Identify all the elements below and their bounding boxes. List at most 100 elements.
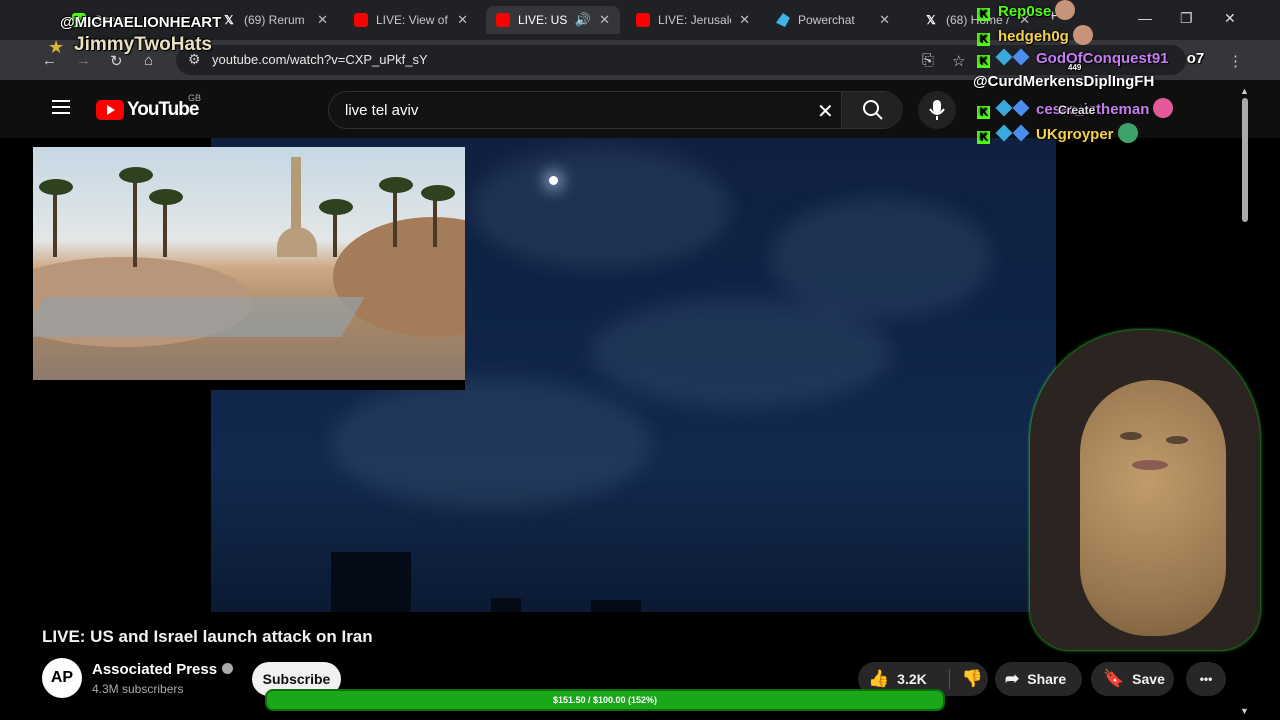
subscriber-count: 4.3M subscribers — [92, 682, 184, 696]
chat-username: GodOfConquest91 — [1036, 50, 1169, 67]
x-icon: 𝕏 — [926, 13, 936, 27]
chat-username: UKgroyper — [1036, 126, 1114, 143]
subscriber-name-overlay: JimmyTwoHats — [74, 34, 212, 55]
gem-badge-icon — [995, 124, 1013, 142]
tab-rerum-novarum[interactable]: 𝕏 (69) Rerum Novarum ✕ — [204, 6, 338, 34]
avatar-eye — [1120, 432, 1142, 440]
thumbs-down-icon[interactable]: 👎 — [948, 669, 983, 689]
save-button[interactable]: 🔖 Save — [1091, 662, 1174, 696]
verified-icon — [222, 663, 234, 674]
dune — [333, 217, 465, 337]
sword-badge-icon — [1012, 124, 1030, 142]
palm-frond — [149, 189, 183, 205]
screen: Stream ✕ 𝕏 (69) Rerum Novarum ✕ LIVE: Vi… — [0, 0, 1280, 720]
search-button[interactable] — [841, 92, 903, 128]
youtube-icon — [354, 13, 368, 27]
kick-icon: K — [977, 106, 990, 119]
tab-label: Powerchat — [798, 13, 855, 27]
building-silhouette — [491, 598, 521, 612]
video-title: LIVE: US and Israel launch attack on Ira… — [42, 627, 373, 646]
chat-line: K Rep0se — [977, 0, 1076, 21]
share-label: Share — [1027, 671, 1067, 687]
donation-goal-bar: $151.50 / $100.00 (152%) — [265, 689, 945, 711]
channel-avatar[interactable]: AP — [42, 658, 82, 698]
bookmark-star-icon[interactable]: ☆ — [952, 52, 965, 70]
gem-badge-icon — [995, 99, 1013, 117]
menu-icon[interactable] — [52, 100, 70, 114]
cloud — [771, 198, 991, 318]
avatar-mouth — [1132, 460, 1168, 470]
chat-username: hedgeh0g — [998, 28, 1069, 45]
close-icon[interactable]: ✕ — [879, 12, 890, 28]
streamer-name: @MICHAELIONHEART — [60, 14, 222, 31]
kick-icon: K — [977, 33, 990, 46]
tab-label: (69) Rerum Novarum — [244, 13, 309, 27]
close-icon[interactable]: ✕ — [599, 12, 610, 28]
save-label: Save — [1132, 671, 1165, 687]
youtube-logo[interactable]: YouTube GB — [96, 93, 201, 121]
youtube-icon — [636, 13, 650, 27]
powerchat-icon — [776, 13, 790, 27]
share-button[interactable]: ➦ Share — [995, 662, 1082, 696]
gem-badge-icon — [995, 48, 1013, 66]
tab-live-view-of-israel[interactable]: LIVE: View of Israel ✕ — [344, 6, 478, 34]
chat-username: Rep0se — [998, 3, 1052, 20]
user-avatar — [1117, 123, 1138, 143]
maximize-icon[interactable]: ❐ — [1180, 10, 1193, 27]
tab-label: LIVE: View of Israel — [376, 13, 449, 27]
palm-tree — [393, 187, 397, 247]
speaker-icon[interactable]: 🔊 — [575, 12, 591, 28]
tab-label: LIVE: US and Israel — [518, 13, 571, 27]
star-icon: ★ — [48, 37, 65, 57]
channel-name[interactable]: Associated Press — [92, 661, 217, 678]
palm-tree — [163, 197, 167, 257]
channel-name-row[interactable]: Associated Press — [92, 661, 234, 678]
user-avatar — [1072, 25, 1093, 45]
search-box[interactable]: live tel aviv ✕ — [328, 91, 903, 129]
more-actions-button[interactable]: ••• — [1186, 662, 1226, 696]
palm-tree — [53, 187, 57, 257]
create-button[interactable]: Create — [1058, 103, 1095, 117]
kick-icon: K — [977, 8, 990, 21]
water-stream — [33, 297, 365, 337]
thumbs-up-icon[interactable]: 👍 — [868, 669, 889, 689]
window-close-icon[interactable]: ✕ — [1224, 10, 1236, 27]
tab-powerchat[interactable]: Powerchat ✕ — [766, 6, 900, 34]
install-app-icon[interactable]: ⎘ — [922, 52, 934, 69]
palm-frond — [379, 177, 413, 193]
close-icon[interactable]: ✕ — [457, 12, 468, 28]
palm-frond — [39, 179, 73, 195]
tab-live-jerusalem[interactable]: LIVE: Jerusalem ✕ — [626, 6, 760, 34]
url-text: youtube.com/watch?v=CXP_uPkf_sY — [212, 52, 428, 67]
close-icon[interactable]: ✕ — [317, 12, 328, 28]
region-code: GB — [188, 93, 202, 103]
close-icon[interactable]: ✕ — [739, 12, 750, 28]
tab-label: LIVE: Jerusalem — [658, 13, 731, 27]
palm-frond — [119, 167, 153, 183]
moon — [549, 176, 558, 185]
voice-search-button[interactable] — [918, 91, 956, 129]
youtube-play-icon — [96, 100, 124, 120]
like-count[interactable]: 3.2K — [897, 671, 927, 687]
streamer-name-overlay: @MICHAELIONHEART — [60, 14, 221, 31]
tab-live-us-and-israel[interactable]: LIVE: US and Israel 🔊 ✕ — [486, 6, 620, 34]
potato-avatar — [1080, 380, 1226, 636]
clear-search-icon[interactable]: ✕ — [817, 99, 834, 124]
avatar-eye — [1166, 436, 1188, 444]
scroll-up-icon[interactable]: ▲ — [1240, 86, 1249, 96]
sword-badge-icon — [1012, 48, 1030, 66]
browser-menu-icon[interactable]: ⋮ — [1228, 52, 1243, 70]
overlay-video-clip — [33, 147, 465, 390]
minimize-icon[interactable]: — — [1138, 10, 1152, 26]
kick-icon: K — [977, 131, 990, 144]
chat-mention: @CurdMerkensDiplIngFH — [973, 73, 1155, 90]
user-avatar — [1055, 0, 1076, 20]
microphone-icon — [929, 100, 945, 120]
chat-line: Khedgeh0g — [977, 25, 1093, 46]
scroll-thumb[interactable] — [1242, 98, 1248, 222]
search-input[interactable]: live tel aviv — [345, 102, 418, 119]
chat-line: K UKgroyper — [977, 123, 1138, 144]
chat-line: K GodOfConquest91 o7 — [977, 48, 1204, 68]
scroll-down-icon[interactable]: ▼ — [1240, 706, 1249, 716]
mosque-dome — [277, 227, 317, 257]
